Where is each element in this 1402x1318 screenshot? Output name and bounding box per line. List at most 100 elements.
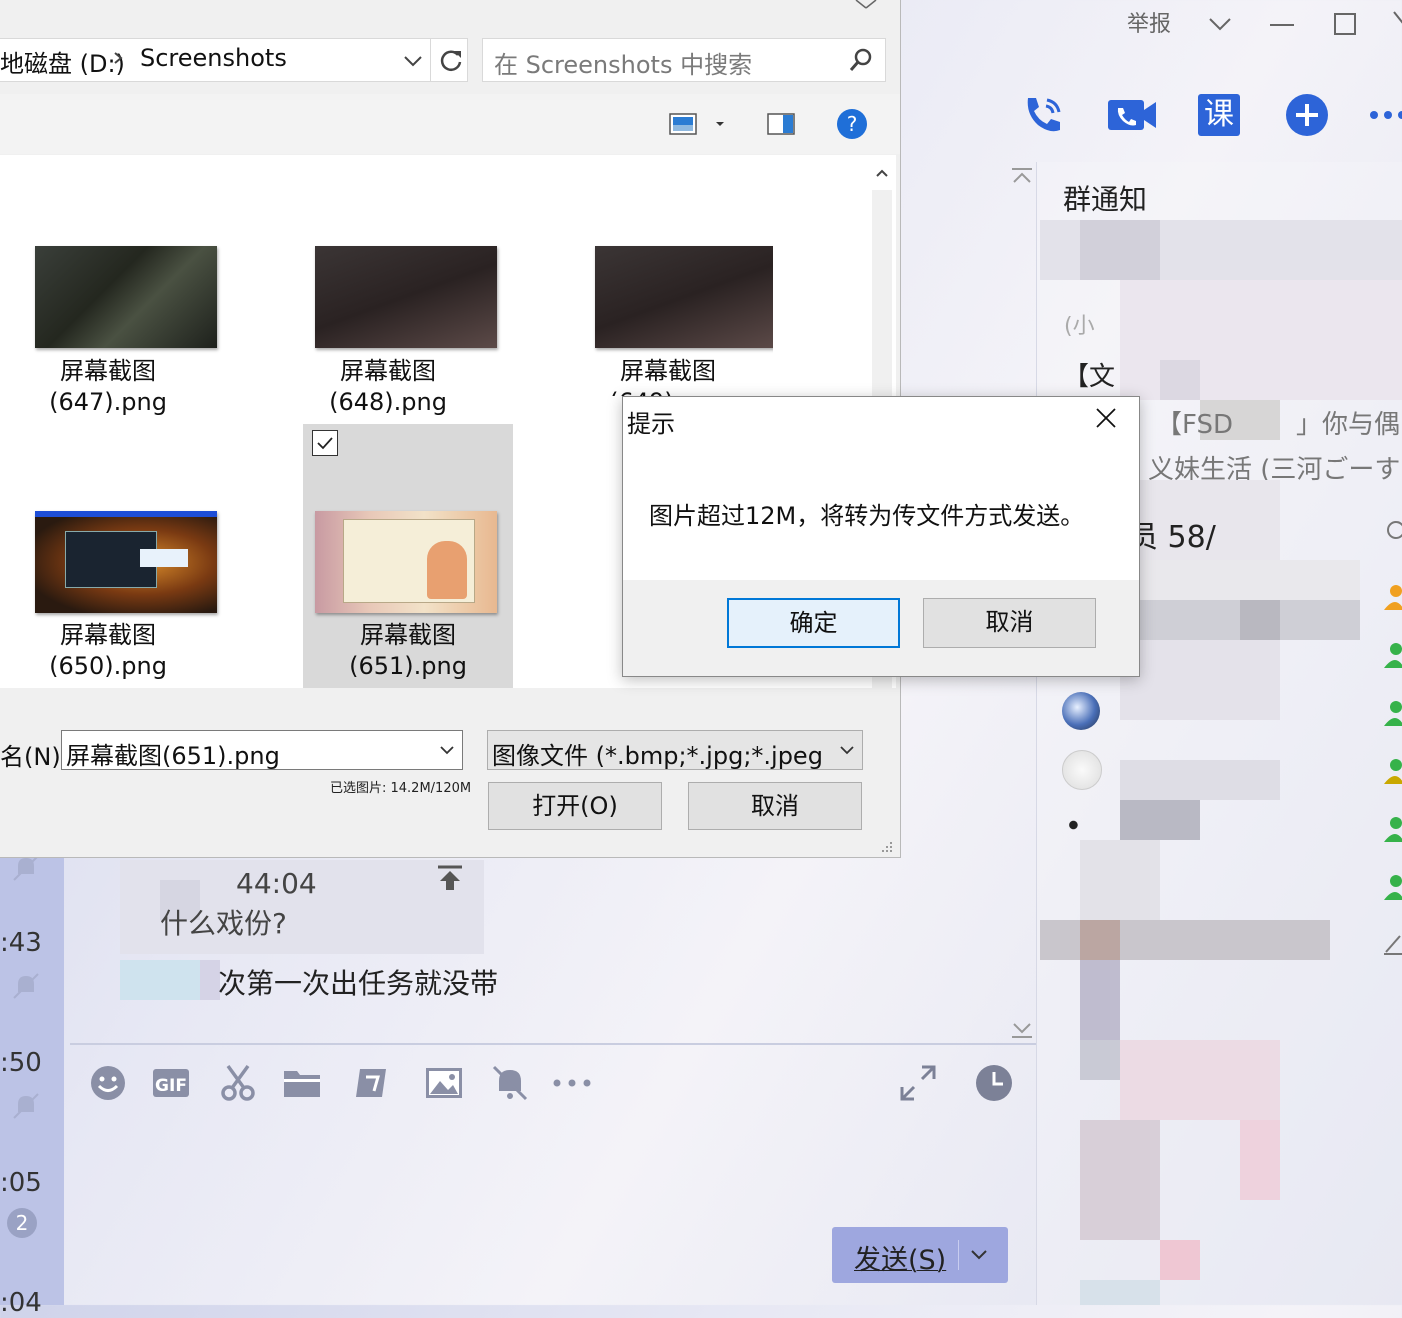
thumbnail-bar (35, 511, 217, 517)
more-icon[interactable] (1368, 92, 1402, 138)
conversation-time: :04 (0, 1288, 42, 1318)
address-separator (430, 38, 431, 82)
open-button[interactable]: 打开(O) (488, 782, 662, 830)
address-dropdown-icon[interactable] (402, 52, 424, 70)
dialog-cancel-button[interactable]: 取消 (688, 782, 862, 830)
filename-label: 名(N): (0, 743, 69, 771)
chat-message[interactable]: 什么戏份? (160, 902, 287, 942)
report-button[interactable]: 举报 (1127, 6, 1171, 38)
mute-icon (13, 973, 39, 999)
chat-message[interactable]: 次第一次出任务就没带 (218, 962, 498, 1002)
emoji-icon[interactable] (88, 1063, 128, 1103)
pin-top-icon[interactable] (436, 864, 464, 892)
gif-icon[interactable]: GIF (151, 1063, 191, 1103)
pixelated-block (120, 960, 200, 1000)
search-input[interactable]: 在 Screenshots 中搜索 (494, 45, 752, 80)
edit-icon[interactable] (1382, 928, 1402, 958)
mute-notify-icon[interactable] (490, 1063, 530, 1103)
close-icon[interactable] (1384, 6, 1402, 42)
file-thumbnail (315, 246, 497, 348)
pixelated-block (1120, 800, 1200, 840)
filename-dropdown-icon[interactable] (438, 742, 456, 758)
send-button-label[interactable]: 发送(S) (854, 1238, 946, 1277)
folder-icon[interactable] (282, 1063, 322, 1103)
file-item[interactable]: 屏幕截图 (649).png (563, 160, 773, 396)
member-role-icon (1384, 817, 1402, 842)
scroll-up-icon[interactable] (874, 166, 890, 180)
svg-text:GIF: GIF (155, 1076, 187, 1096)
file-thumbnail (595, 246, 773, 348)
send-button-separator (958, 1240, 959, 1270)
member-avatar[interactable] (1062, 806, 1100, 844)
notice-fragment[interactable]: 【FSD (1156, 404, 1233, 441)
refresh-icon[interactable] (438, 47, 464, 73)
history-clock-icon[interactable] (974, 1063, 1014, 1103)
file-name: (651).png (349, 652, 467, 680)
notice-fragment: (小 (1064, 314, 1095, 339)
voice-call-icon[interactable] (1020, 92, 1066, 138)
red-packet-icon[interactable] (352, 1063, 392, 1103)
file-name: (650).png (49, 652, 167, 680)
collapse-down-icon[interactable] (1010, 1020, 1034, 1040)
pixelated-block (1080, 1040, 1120, 1080)
file-item[interactable]: 屏幕截图 (650).png (3, 424, 217, 688)
file-type-dropdown-icon[interactable] (838, 742, 856, 758)
file-item[interactable]: 屏幕截图 (647).png (3, 160, 217, 424)
member-avatar[interactable] (1062, 750, 1102, 790)
breadcrumb-folder[interactable]: Screenshots (140, 44, 287, 72)
alert-title: 提示 (627, 410, 675, 438)
member-role-icon (1384, 875, 1402, 900)
image-icon[interactable] (424, 1063, 464, 1103)
search-member-icon[interactable] (1384, 518, 1402, 542)
preview-pane-icon[interactable] (766, 111, 796, 137)
member-role-icon (1384, 701, 1402, 726)
pixelated-block (1160, 1240, 1200, 1280)
alert-close-icon[interactable] (1092, 404, 1120, 432)
thumbnail-character (427, 541, 467, 599)
notice-fragment[interactable]: 」你与偶... (1296, 404, 1402, 441)
member-avatar[interactable] (1062, 692, 1100, 730)
help-icon[interactable]: ? (836, 108, 868, 140)
course-icon[interactable]: 课 (1198, 94, 1240, 136)
conversation-time: :43 (0, 928, 42, 958)
thumbnail-popup (140, 549, 188, 567)
mute-icon (13, 1093, 39, 1119)
file-thumbnail (35, 511, 217, 613)
group-notice-title: 群通知 (1063, 183, 1148, 216)
member-count[interactable]: 员 58/ (1128, 512, 1216, 556)
view-mode-icon[interactable] (668, 111, 700, 137)
pixelated-block (1160, 360, 1200, 400)
file-type-value[interactable]: 图像文件 (*.bmp;*.jpg;*.jpeg;*. (492, 736, 822, 771)
breadcrumb-chevron-icon[interactable] (111, 48, 125, 68)
alert-ok-button[interactable]: 确定 (727, 598, 900, 648)
selected-size-info: 已选图片: 14.2M/120M (330, 781, 472, 796)
dialog-toolbar (0, 94, 900, 154)
file-item-selected[interactable]: 屏幕截图 (651).png (303, 424, 513, 688)
pixelated-block (1080, 840, 1160, 920)
view-dropdown-icon[interactable] (712, 116, 728, 132)
minimize-icon[interactable] (1264, 6, 1300, 42)
notice-fragment[interactable]: 【文 (1063, 356, 1115, 393)
pixelated-block (1120, 760, 1280, 800)
conversation-time: :50 (0, 1048, 42, 1078)
resize-grip-icon[interactable] (876, 836, 894, 854)
dialog-close-icon[interactable] (854, 0, 878, 12)
more-tools-icon[interactable] (552, 1063, 592, 1103)
file-checkbox[interactable] (312, 430, 338, 456)
svg-text:?: ? (847, 112, 858, 136)
file-item[interactable]: 屏幕截图 (648).png (283, 160, 497, 424)
screenshot-scissors-icon[interactable] (218, 1063, 258, 1103)
breadcrumb-drive[interactable]: 地磁盘 (D:) (0, 44, 125, 79)
member-role-icon (1384, 585, 1402, 610)
video-call-icon[interactable] (1106, 92, 1158, 138)
collapse-up-icon[interactable] (1010, 166, 1034, 186)
maximize-icon[interactable] (1326, 6, 1362, 42)
add-app-icon[interactable] (1284, 92, 1330, 138)
chevron-down-icon[interactable] (1202, 6, 1238, 42)
filename-value[interactable]: 屏幕截图(651).png (66, 736, 280, 771)
file-name: 屏幕截图 (60, 621, 156, 649)
alert-cancel-button[interactable]: 取消 (923, 598, 1096, 648)
send-options-chevron-icon[interactable] (968, 1244, 990, 1266)
expand-icon[interactable] (898, 1063, 938, 1103)
search-icon[interactable] (848, 47, 874, 73)
